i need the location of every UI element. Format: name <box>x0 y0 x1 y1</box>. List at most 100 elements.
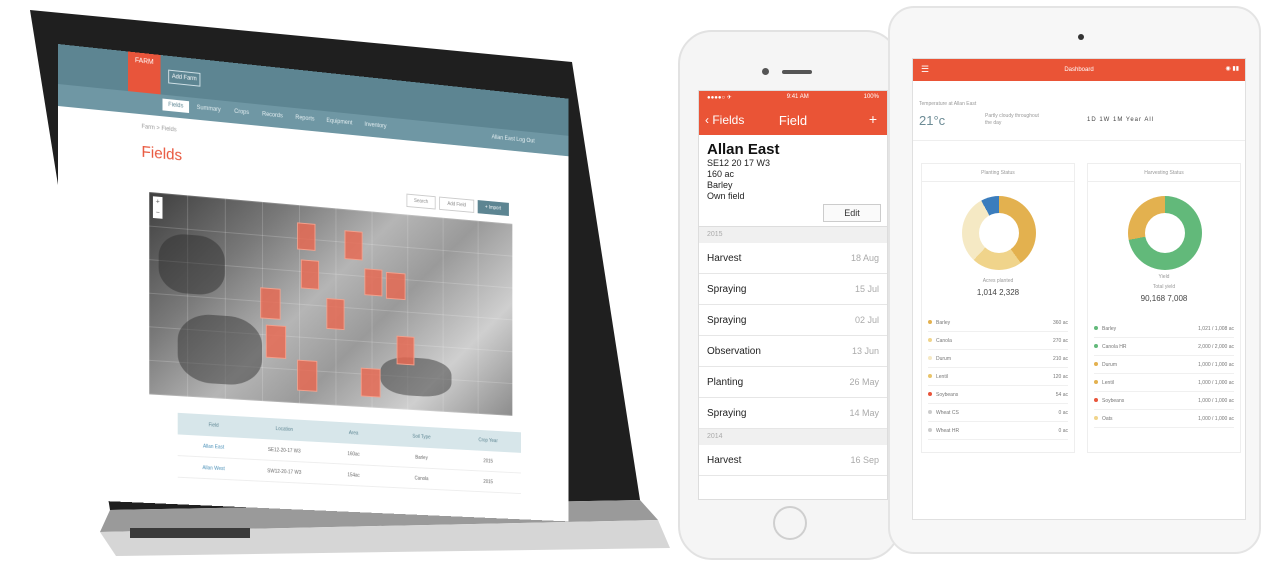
legend-dot-icon <box>928 319 932 324</box>
crop-list-item[interactable]: Wheat CS 0 ac <box>928 404 1068 422</box>
activity-row[interactable]: Spraying 02 Jul <box>699 305 887 336</box>
table-cell: 2015 <box>483 478 493 485</box>
map-terrain <box>177 312 263 387</box>
nav-item-equipment[interactable]: Equipment <box>326 118 352 126</box>
crop-name: Canola HR <box>1094 343 1126 350</box>
temperature: 21°c <box>919 113 946 128</box>
crop-list-item[interactable]: Oats 1,000 / 1,000 ac <box>1094 410 1234 428</box>
crop-list-item[interactable]: Canola 270 ac <box>928 332 1068 350</box>
activity-name: Harvest <box>707 252 742 264</box>
activity-row[interactable]: Harvest 18 Aug <box>699 243 887 274</box>
table-cell: 2015 <box>483 457 493 465</box>
activity-name: Planting <box>707 376 744 388</box>
table-cell: Canola <box>414 475 429 482</box>
field-parcel[interactable] <box>385 271 406 301</box>
activity-date: 16 Sep <box>850 455 879 465</box>
legend-dot-icon <box>928 373 932 378</box>
nav-item-crops[interactable]: Crops <box>234 109 249 116</box>
crop-list-item[interactable]: Soybeans 54 ac <box>928 386 1068 404</box>
table-cell: 160ac <box>347 450 360 458</box>
planting-donut-chart[interactable] <box>962 196 1036 270</box>
column-header[interactable]: Location <box>249 425 319 435</box>
add-field-button[interactable]: Add Field <box>439 196 474 213</box>
crop-list-item[interactable]: Soybeans 1,000 / 1,000 ac <box>1094 392 1234 410</box>
crop-list-item[interactable]: Lentil 1,000 / 1,000 ac <box>1094 374 1234 392</box>
crop-list-item[interactable]: Lentil 120 ac <box>928 368 1068 386</box>
activity-row[interactable]: Spraying 14 May <box>699 398 887 429</box>
field-link[interactable]: Allan East <box>178 442 249 452</box>
zoom-control[interactable]: + − <box>152 196 163 219</box>
field-parcel[interactable] <box>297 222 316 251</box>
search-button[interactable]: Search <box>406 193 436 210</box>
crop-list-item[interactable]: Durum 210 ac <box>928 350 1068 368</box>
activity-name: Spraying <box>707 283 747 295</box>
harvesting-donut-chart[interactable] <box>1128 196 1202 270</box>
edit-button[interactable]: Edit <box>823 204 881 222</box>
add-farm-button[interactable]: Add Farm <box>168 69 201 87</box>
nav-item-summary[interactable]: Summary <box>197 105 221 113</box>
crop-name: Wheat CS <box>928 409 959 416</box>
activity-row[interactable]: Spraying 15 Jul <box>699 274 887 305</box>
crop-list-item[interactable]: Wheat HR 0 ac <box>928 422 1068 440</box>
field-map[interactable]: + − <box>149 191 513 416</box>
camera-icon <box>762 68 769 75</box>
field-link[interactable]: Allan West <box>178 463 249 472</box>
phone-screen: ●●●●○ ✈ 9:41 AM 100% ‹ Fields Field + Al… <box>698 90 888 500</box>
crop-list-item[interactable]: Durum 1,000 / 1,000 ac <box>1094 356 1234 374</box>
crop-list-item[interactable]: Canola HR 2,000 / 2,000 ac <box>1094 338 1234 356</box>
activity-date: 14 May <box>849 408 879 418</box>
field-parcel[interactable] <box>300 259 320 290</box>
nav-item-reports[interactable]: Reports <box>295 115 314 123</box>
crop-list: Barley 360 ac Canola 270 ac Durum 210 ac Lenti… <box>928 314 1068 440</box>
activity-date: 15 Jul <box>854 284 879 294</box>
phone-nav-bar: ‹ Fields Field + <box>699 105 887 135</box>
panel-title: Planting Status <box>922 164 1074 182</box>
field-parcel[interactable] <box>364 268 383 297</box>
crop-value: 120 ac <box>1052 373 1068 380</box>
weather-caption: Temperature at Allan East <box>919 101 977 107</box>
field-parcel[interactable] <box>265 324 287 359</box>
nav-item-inventory[interactable]: Inventory <box>364 122 386 130</box>
column-header[interactable]: Field <box>178 421 249 431</box>
status-time: 9:41 AM <box>786 94 809 100</box>
phone-device: ●●●●○ ✈ 9:41 AM 100% ‹ Fields Field + Al… <box>678 30 900 560</box>
page-title: Fields <box>141 143 183 165</box>
home-button[interactable] <box>773 506 807 540</box>
legend-dot-icon <box>1094 415 1098 420</box>
field-parcel[interactable] <box>326 298 345 331</box>
add-icon[interactable]: + <box>869 111 877 127</box>
table-cell: SW12-20-17 W3 <box>267 467 302 476</box>
range-selector[interactable]: 1D 1W 1M Year All <box>1087 117 1154 123</box>
app-logo[interactable]: FARM <box>127 51 161 95</box>
import-button[interactable]: + Import <box>477 200 509 217</box>
legend-dot-icon <box>928 391 932 396</box>
column-header[interactable]: Crop Year <box>455 436 521 445</box>
crop-name: Soybeans <box>928 391 958 398</box>
crop-name: Oats <box>1094 415 1113 422</box>
field-parcel[interactable] <box>360 367 381 398</box>
activity-name: Spraying <box>707 407 747 419</box>
field-parcel[interactable] <box>297 359 318 392</box>
field-area: 160 ac <box>707 169 735 179</box>
crop-name: Barley <box>928 319 950 326</box>
crop-list-item[interactable]: Barley 1,021 / 1,008 ac <box>1094 320 1234 338</box>
breadcrumb[interactable]: Farm > Fields <box>141 124 176 133</box>
nav-item-records[interactable]: Records <box>262 112 283 120</box>
tab-fields[interactable]: Fields <box>162 98 190 114</box>
user-menu[interactable]: Allan East Log Out <box>492 135 535 145</box>
signal-icon: ●●●●○ ✈ <box>707 95 732 101</box>
activity-row[interactable]: Observation 13 Jun <box>699 336 887 367</box>
crop-list-item[interactable]: Barley 360 ac <box>928 314 1068 332</box>
activity-row[interactable]: Harvest 16 Sep <box>699 445 887 476</box>
tablet-screen: ☰ Dashboard ◉ ▮▮ Temperature at Allan Ea… <box>912 58 1246 520</box>
field-parcel[interactable] <box>344 230 363 261</box>
crop-value: 0 ac <box>1058 427 1068 434</box>
column-header[interactable]: Area <box>319 429 388 439</box>
field-parcel[interactable] <box>396 335 415 366</box>
fields-table: Field Location Area Soil Type Crop Year … <box>177 412 521 495</box>
crop-name: Lentil <box>1094 379 1114 386</box>
nav-icons[interactable]: ◉ ▮▮ <box>1225 65 1239 72</box>
activity-row[interactable]: Planting 26 May <box>699 367 887 398</box>
field-parcel[interactable] <box>260 287 281 320</box>
column-header[interactable]: Soil Type <box>388 432 455 441</box>
